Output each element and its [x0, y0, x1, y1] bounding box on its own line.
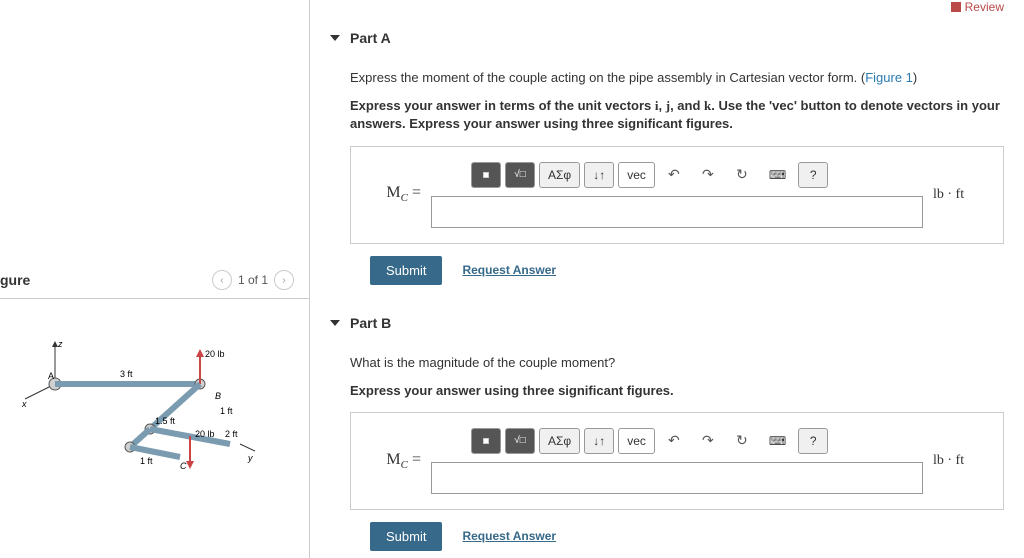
part-b-answer-box: MC = √□ ΑΣφ ↓↑ vec ↶ ↷ ↻ ⌨ ? — [350, 412, 1004, 510]
part-a-toolbar: √□ ΑΣφ ↓↑ vec ↶ ↷ ↻ ⌨ ? — [431, 162, 923, 188]
figure-image: z x y A 3 ft 20 lb B 1 ft 1.5 ft 2 ft — [0, 329, 309, 492]
force-20lb-2: 20 lb — [195, 429, 215, 439]
dim-1ft-c: 1 ft — [140, 456, 153, 466]
review-link[interactable]: Review — [951, 0, 1004, 14]
part-a-answer-box: MC = √□ ΑΣφ ↓↑ vec ↶ ↷ ↻ ⌨ ? — [350, 146, 1004, 244]
figure-title: gure — [0, 272, 30, 288]
axis-z-label: z — [57, 339, 63, 349]
figure-nav-text: 1 of 1 — [238, 273, 268, 287]
part-a-submit-button[interactable]: Submit — [370, 256, 442, 285]
part-a-units: lb · ft — [933, 187, 983, 203]
point-c-label: C — [180, 461, 187, 471]
redo-button[interactable]: ↷ — [693, 162, 723, 188]
undo-button[interactable]: ↶ — [659, 162, 689, 188]
figure-nav: ‹ 1 of 1 › — [212, 270, 294, 290]
subscript-button[interactable]: ↓↑ — [584, 162, 614, 188]
greek-button[interactable]: ΑΣφ — [539, 162, 580, 188]
part-a-prompt2: Express your answer in terms of the unit… — [350, 97, 1004, 133]
part-b-units: lb · ft — [933, 453, 983, 469]
keyboard-button[interactable]: ⌨ — [761, 428, 794, 454]
part-b-var-label: MC = — [371, 451, 421, 471]
part-a-answer-input[interactable] — [431, 196, 923, 228]
subscript-button[interactable]: ↓↑ — [584, 428, 614, 454]
part-b-toolbar: √□ ΑΣφ ↓↑ vec ↶ ↷ ↻ ⌨ ? — [431, 428, 923, 454]
part-b-section: Part B What is the magnitude of the coup… — [330, 315, 1004, 551]
part-a-title: Part A — [350, 30, 391, 46]
question-panel: Review Part A Express the moment of the … — [310, 0, 1024, 558]
part-b-prompt2: Express your answer using three signific… — [350, 382, 1004, 400]
part-a-section: Part A Express the moment of the couple … — [330, 30, 1004, 285]
pipe-assembly-diagram: z x y A 3 ft 20 lb B 1 ft 1.5 ft 2 ft — [20, 329, 260, 489]
vec-button[interactable]: vec — [618, 162, 655, 188]
help-button[interactable]: ? — [798, 428, 828, 454]
force-20lb-1: 20 lb — [205, 349, 225, 359]
figure-link[interactable]: Figure 1 — [865, 70, 913, 85]
keyboard-button[interactable]: ⌨ — [761, 162, 794, 188]
undo-button[interactable]: ↶ — [659, 428, 689, 454]
axis-x-label: x — [21, 399, 27, 409]
math-template-button[interactable]: √□ — [505, 162, 535, 188]
review-icon — [951, 2, 961, 12]
dim-2ft: 2 ft — [225, 429, 238, 439]
reset-button[interactable]: ↻ — [727, 428, 757, 454]
help-button[interactable]: ? — [798, 162, 828, 188]
collapse-icon[interactable] — [330, 35, 340, 41]
figure-prev-button[interactable]: ‹ — [212, 270, 232, 290]
math-template-button[interactable]: √□ — [505, 428, 535, 454]
part-a-request-answer[interactable]: Request Answer — [462, 263, 556, 277]
greek-button[interactable]: ΑΣφ — [539, 428, 580, 454]
template-button[interactable] — [471, 162, 501, 188]
figure-next-button[interactable]: › — [274, 270, 294, 290]
dim-1.5ft: 1.5 ft — [155, 416, 176, 426]
reset-button[interactable]: ↻ — [727, 162, 757, 188]
collapse-icon[interactable] — [330, 320, 340, 326]
point-b-label: B — [215, 391, 221, 401]
part-b-title: Part B — [350, 315, 391, 331]
part-b-request-answer[interactable]: Request Answer — [462, 529, 556, 543]
point-a-label: A — [48, 371, 54, 381]
part-a-var-label: MC = — [371, 184, 421, 204]
figure-panel: gure ‹ 1 of 1 › z x y A 3 ft — [0, 0, 310, 558]
part-b-submit-button[interactable]: Submit — [370, 522, 442, 551]
part-b-answer-input[interactable] — [431, 462, 923, 494]
part-b-prompt1: What is the magnitude of the couple mome… — [350, 354, 1004, 372]
dim-3ft: 3 ft — [120, 369, 133, 379]
template-button[interactable] — [471, 428, 501, 454]
redo-button[interactable]: ↷ — [693, 428, 723, 454]
vec-button[interactable]: vec — [618, 428, 655, 454]
dim-1ft-b: 1 ft — [220, 406, 233, 416]
part-a-prompt1: Express the moment of the couple acting … — [350, 69, 1004, 87]
axis-y-label: y — [247, 453, 253, 463]
